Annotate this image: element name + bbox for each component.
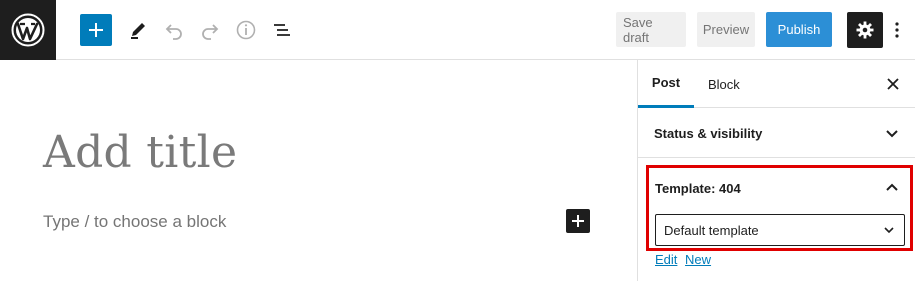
list-view-button[interactable] <box>266 14 298 46</box>
plus-icon <box>572 215 584 227</box>
undo-icon <box>165 24 182 40</box>
save-draft-button[interactable]: Save draft <box>616 12 686 47</box>
details-button[interactable] <box>230 14 262 46</box>
list-view-icon <box>274 24 290 36</box>
template-select[interactable]: Default template <box>655 214 905 246</box>
publish-button[interactable]: Publish <box>766 12 832 47</box>
add-block-button[interactable] <box>80 14 112 46</box>
chevron-down-icon <box>886 130 898 138</box>
close-icon <box>887 78 899 90</box>
settings-button[interactable] <box>847 12 883 48</box>
gear-icon <box>856 21 874 39</box>
editor-canvas: Add title Type / to choose a block <box>0 60 637 281</box>
template-links: Edit New <box>655 252 715 267</box>
chevron-up-icon[interactable] <box>884 180 900 196</box>
inline-add-block-button[interactable] <box>566 209 590 233</box>
wordpress-logo-icon[interactable] <box>0 0 56 60</box>
info-icon <box>236 20 256 40</box>
editor-toolbar: Save draft Preview Publish <box>0 0 915 60</box>
sidebar-tabs: Post Block <box>638 60 915 108</box>
undo-button[interactable] <box>158 14 190 46</box>
redo-button[interactable] <box>194 14 226 46</box>
close-sidebar-button[interactable] <box>884 75 902 93</box>
tools-button[interactable] <box>122 14 154 46</box>
template-panel-title[interactable]: Template: 404 <box>655 181 741 196</box>
more-vertical-icon <box>895 22 899 38</box>
tab-post[interactable]: Post <box>638 60 694 108</box>
new-template-link[interactable]: New <box>685 252 711 267</box>
status-visibility-panel[interactable]: Status & visibility <box>638 108 915 158</box>
plus-icon <box>89 23 103 37</box>
status-visibility-title: Status & visibility <box>654 126 763 141</box>
settings-sidebar: Post Block Status & visibility Template:… <box>637 60 915 281</box>
tab-block[interactable]: Block <box>708 60 740 108</box>
edit-template-link[interactable]: Edit <box>655 252 677 267</box>
preview-button[interactable]: Preview <box>697 12 755 47</box>
chevron-down-icon <box>884 227 894 234</box>
redo-icon <box>202 24 219 40</box>
pencil-icon <box>131 23 145 39</box>
template-select-value: Default template <box>664 222 759 238</box>
template-panel: Template: 404 Default template <box>646 165 913 251</box>
options-button[interactable] <box>884 14 910 46</box>
block-appender-placeholder[interactable]: Type / to choose a block <box>43 212 226 232</box>
post-title-input[interactable]: Add title <box>43 127 237 178</box>
